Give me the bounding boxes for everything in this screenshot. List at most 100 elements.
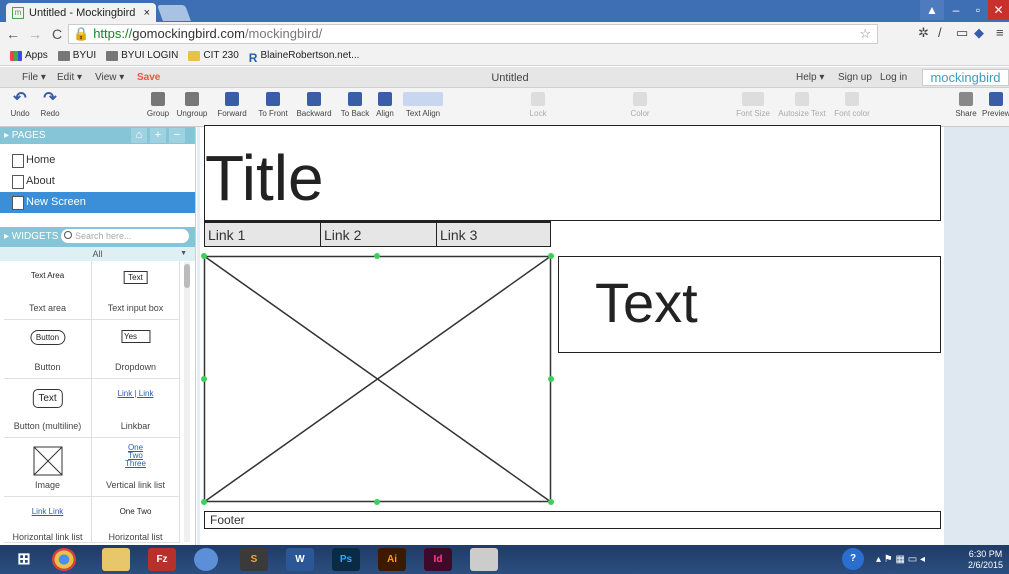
image-widget-selected[interactable]: [201, 253, 554, 505]
filezilla-icon[interactable]: Fz: [148, 548, 176, 571]
widget-search-input[interactable]: Search here...: [61, 229, 189, 243]
widget-filter-select[interactable]: All ▼: [0, 247, 195, 261]
new-tab-button[interactable]: [157, 5, 191, 21]
system-clock[interactable]: 6:30 PM 2/6/2015: [968, 549, 1003, 571]
star-icon[interactable]: ☆: [859, 25, 871, 43]
font-size-button[interactable]: Font Size: [733, 92, 773, 118]
menu-edit[interactable]: Edit ▾: [57, 72, 82, 83]
widget-image[interactable]: Image: [4, 438, 92, 497]
back-icon[interactable]: ←: [4, 26, 22, 42]
calculator-icon[interactable]: [470, 548, 498, 571]
redo-button[interactable]: ↷ Redo: [38, 91, 62, 119]
mockup-link-2[interactable]: Link 2: [321, 223, 437, 247]
font-size-label: Font Size: [736, 109, 770, 118]
window-close-icon[interactable]: ✕: [988, 0, 1009, 20]
indesign-icon[interactable]: Id: [424, 548, 452, 571]
widget-horizontal-list[interactable]: One Two Horizontal list: [92, 497, 180, 543]
share-button[interactable]: Share: [954, 92, 978, 118]
font-color-button[interactable]: Font color: [832, 92, 872, 118]
restore-icon[interactable]: ▫: [966, 0, 990, 20]
footer-widget[interactable]: Footer: [204, 511, 941, 529]
file-explorer-icon[interactable]: [102, 548, 130, 571]
menu-help[interactable]: Help ▾: [796, 72, 824, 83]
scrollbar-thumb[interactable]: [184, 264, 190, 288]
help-icon[interactable]: ?: [842, 548, 864, 570]
share-icon: [959, 92, 973, 106]
windows-start-icon[interactable]: ⊞: [10, 548, 38, 571]
tab-close-icon[interactable]: ×: [144, 7, 150, 19]
font-color-label: Font color: [834, 109, 870, 118]
browser-tab[interactable]: m Untitled - Mockingbird ×: [6, 3, 156, 22]
extension-gear-icon[interactable]: ✲: [918, 25, 929, 41]
bookmark-blainerobertson[interactable]: R BlaineRobertson.net...: [249, 50, 360, 65]
linkbar-widget[interactable]: Link 1 Link 2 Link 3: [204, 221, 551, 247]
bookmark-cit230[interactable]: CIT 230: [188, 50, 239, 61]
cast-icon[interactable]: ▭: [956, 25, 968, 41]
forward-icon[interactable]: →: [26, 26, 44, 42]
color-button[interactable]: Color: [628, 92, 652, 118]
text-widget[interactable]: Text: [558, 256, 941, 353]
widget-preview: Link | Link: [117, 389, 154, 398]
widget-vertical-link-list[interactable]: One Two Three Vertical link list: [92, 438, 180, 497]
image-placeholder-icon: [201, 253, 554, 505]
to-back-button[interactable]: To Back: [336, 92, 374, 118]
photoshop-icon[interactable]: Ps: [332, 548, 360, 571]
bookmark-byui-login[interactable]: BYUI LOGIN: [106, 50, 178, 61]
widget-scrollbar[interactable]: [184, 262, 190, 542]
remove-page-button[interactable]: −: [169, 128, 185, 143]
minimize-icon[interactable]: –: [944, 0, 968, 20]
url-input[interactable]: 🔒 https://gomockingbird.com/mockingbird/ …: [68, 24, 878, 44]
backward-button[interactable]: Backward: [292, 92, 336, 118]
save-button[interactable]: Save: [137, 72, 160, 83]
page-item-about[interactable]: About: [0, 171, 195, 192]
user-icon[interactable]: ▲: [920, 0, 944, 20]
sublime-text-icon[interactable]: S: [240, 548, 268, 571]
login-link[interactable]: Log in: [880, 72, 907, 83]
lock-button[interactable]: Lock: [526, 92, 550, 118]
preview-button[interactable]: Preview: [982, 92, 1009, 118]
canvas-margin: [944, 127, 1009, 545]
pen-icon[interactable]: /: [938, 25, 942, 40]
align-button[interactable]: Align: [373, 92, 397, 118]
document-title[interactable]: Untitled: [480, 72, 540, 84]
widget-horizontal-link-list[interactable]: Link Link Horizontal link list: [4, 497, 92, 543]
mockup-link-3[interactable]: Link 3: [437, 223, 550, 247]
reload-icon[interactable]: C: [48, 26, 66, 42]
ungroup-button[interactable]: Ungroup: [174, 92, 210, 118]
ungroup-icon: [185, 92, 199, 106]
autosize-text-button[interactable]: Autosize Text: [775, 92, 829, 118]
chrome-menu-icon[interactable]: ≡: [996, 25, 1004, 40]
menu-file[interactable]: File ▾: [22, 72, 46, 83]
extension-icon[interactable]: ◆: [974, 25, 984, 41]
widget-dropdown[interactable]: Yes Dropdown: [92, 320, 180, 379]
mockup-page[interactable]: Title Link 1 Link 2 Link 3 Text Footer: [200, 125, 944, 545]
signup-link[interactable]: Sign up: [838, 72, 872, 83]
tab-title: Untitled - Mockingbird: [29, 6, 136, 19]
page-item-home[interactable]: Home: [0, 150, 195, 171]
forward-button[interactable]: Forward: [214, 92, 250, 118]
chrome-icon[interactable]: [52, 548, 76, 571]
to-front-button[interactable]: To Front: [253, 92, 293, 118]
illustrator-icon[interactable]: Ai: [378, 548, 406, 571]
word-icon[interactable]: W: [286, 548, 314, 571]
widget-text-area[interactable]: Text Area Text area: [4, 261, 92, 320]
text-align-button[interactable]: Text Align: [400, 92, 446, 118]
bookmark-apps[interactable]: Apps: [10, 50, 48, 61]
home-page-icon[interactable]: ⌂: [131, 128, 147, 143]
bookmark-byui[interactable]: BYUI: [57, 50, 96, 61]
app-menu-bar: File ▾ Edit ▾ View ▾ Save Untitled Help …: [0, 67, 1009, 88]
title-widget[interactable]: Title: [204, 125, 941, 221]
widget-text-input-box[interactable]: Text Text input box: [92, 261, 180, 320]
widget-linkbar[interactable]: Link | Link Linkbar: [92, 379, 180, 438]
group-button[interactable]: Group: [143, 92, 173, 118]
undo-button[interactable]: ↶ Undo: [10, 91, 30, 119]
mockup-link-1[interactable]: Link 1: [205, 223, 321, 247]
add-page-button[interactable]: +: [150, 128, 166, 143]
page-item-new-screen[interactable]: New Screen: [0, 192, 195, 213]
widget-button[interactable]: Button Button: [4, 320, 92, 379]
menu-view[interactable]: View ▾: [95, 72, 124, 83]
group-label: Group: [146, 109, 170, 118]
widget-button-multiline[interactable]: Text Button (multiline): [4, 379, 92, 438]
virtualbox-icon[interactable]: [194, 548, 218, 571]
tray-icons[interactable]: ▴ ⚑ ▦ ▭ ◂: [876, 548, 966, 571]
